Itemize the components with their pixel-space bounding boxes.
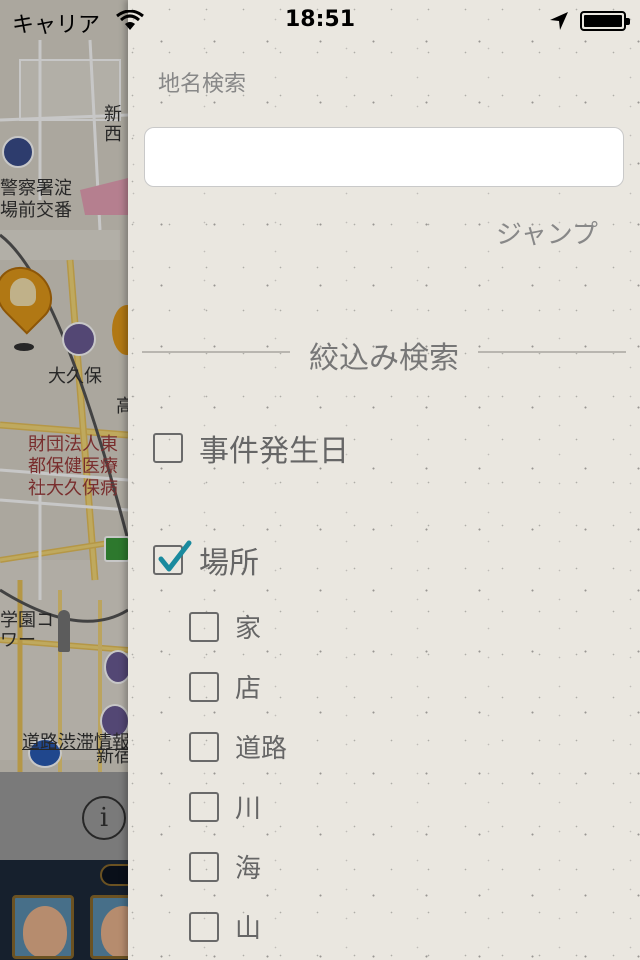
house-checkbox[interactable] <box>189 611 219 642</box>
place-filter-sea[interactable]: 海 <box>189 848 261 885</box>
location-checkbox[interactable] <box>153 540 192 575</box>
ghost-icon <box>10 278 36 306</box>
map-label-police: 警察署淀 <box>0 178 72 199</box>
mountain-label: 山 <box>235 914 262 944</box>
info-button[interactable]: i <box>82 796 126 840</box>
location-label: 場所 <box>199 546 259 581</box>
map-label-hospital-2: 都保健医療 <box>28 456 118 477</box>
park-icon <box>104 536 130 562</box>
river-checkbox[interactable] <box>189 791 219 822</box>
road-label: 道路 <box>235 734 288 764</box>
road-checkbox[interactable] <box>189 731 219 762</box>
place-search-input[interactable] <box>144 127 624 187</box>
place-filter-river[interactable]: 川 <box>189 788 261 825</box>
filter-location[interactable]: 場所 <box>153 538 259 582</box>
map-label-hospital-1: 財団法人東 <box>28 434 118 455</box>
jump-button[interactable]: ジャンプ <box>496 214 598 251</box>
pin-shadow <box>14 343 34 351</box>
police-icon <box>2 136 34 168</box>
character-avatar[interactable] <box>12 895 74 959</box>
filter-search-title: 絞込み検索 <box>309 341 459 376</box>
map-label-nishi: 西 <box>104 124 122 145</box>
incident-date-label: 事件発生日 <box>199 434 349 469</box>
map-label-shin: 新 <box>104 104 122 125</box>
search-panel: 地名検索 ジャンプ 絞込み検索 事件発生日 場所 家 店 道路 川 海 山 <box>128 0 640 960</box>
house-label: 家 <box>235 614 262 644</box>
train-icon <box>62 322 96 356</box>
checkmark-icon <box>158 540 192 572</box>
place-filter-road[interactable]: 道路 <box>189 728 287 765</box>
divider-right <box>478 351 626 353</box>
location-arrow-icon <box>550 12 568 30</box>
sea-checkbox[interactable] <box>189 851 219 882</box>
shop-label: 店 <box>235 674 262 704</box>
map-label-school-1: 学園コ <box>0 610 54 631</box>
place-filter-shop[interactable]: 店 <box>189 668 261 705</box>
status-time: 18:51 <box>284 7 356 32</box>
status-bar: キャリア 18:51 <box>0 0 640 40</box>
place-search-label: 地名検索 <box>158 72 247 97</box>
map-label-station: 大久保 <box>48 366 102 387</box>
river-label: 川 <box>235 794 262 824</box>
battery-icon <box>580 11 630 31</box>
map-label-hospital-3: 社大久保病 <box>28 478 118 499</box>
sea-label: 海 <box>235 854 262 884</box>
tower-icon <box>58 610 70 652</box>
map-label-shinjuku: 新宿 <box>96 746 132 767</box>
map-label-police-2: 場前交番 <box>0 200 72 221</box>
place-filter-mountain[interactable]: 山 <box>189 908 261 945</box>
filter-incident-date[interactable]: 事件発生日 <box>153 426 349 470</box>
shop-checkbox[interactable] <box>189 671 219 702</box>
incident-date-checkbox[interactable] <box>153 433 183 463</box>
map-label-school-2: ワー <box>0 630 36 651</box>
place-filter-house[interactable]: 家 <box>189 608 261 645</box>
mountain-checkbox[interactable] <box>189 911 219 942</box>
